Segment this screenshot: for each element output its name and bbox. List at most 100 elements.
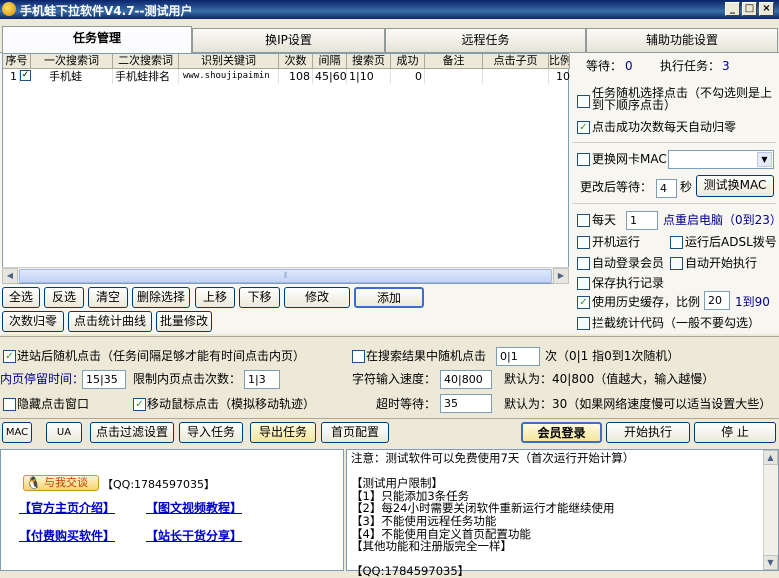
daily-restart-checkbox[interactable] bbox=[577, 214, 590, 227]
minimize-icon[interactable]: _ bbox=[725, 2, 740, 16]
history-ratio-input[interactable]: 20 bbox=[704, 291, 730, 310]
horizontal-scrollbar[interactable]: ◀ ⦀ ▶ bbox=[2, 267, 569, 284]
edit-button[interactable]: 修改 bbox=[284, 287, 350, 308]
auto-login-checkbox[interactable] bbox=[577, 257, 590, 270]
col-header[interactable]: 间隔 bbox=[313, 54, 347, 69]
member-login-button[interactable]: 会员登录 bbox=[521, 422, 602, 443]
export-tasks-button[interactable]: 导出任务 bbox=[250, 422, 316, 443]
scroll-up-icon[interactable]: ▲ bbox=[763, 450, 778, 465]
mac-button[interactable]: MAC bbox=[2, 422, 32, 443]
col-header[interactable]: 点击子页 bbox=[483, 54, 549, 69]
start-button[interactable]: 开始执行 bbox=[606, 422, 690, 443]
video-tutorial-link[interactable]: 【图文视频教程】 bbox=[146, 499, 242, 516]
random-click-label: 任务随机选择点击（不勾选则是上到下顺序点击） bbox=[592, 86, 773, 112]
buy-link[interactable]: 【付费购买软件】 bbox=[19, 527, 115, 544]
change-wait-input[interactable]: 4 bbox=[656, 179, 677, 198]
links-panel: 🐧 与我交谈 【QQ:1784597035】 【官方主页介绍】 【图文视频教程】… bbox=[0, 449, 344, 571]
history-cache-checkbox[interactable]: ✓ bbox=[577, 296, 590, 309]
auto-reset-label: 点击成功次数每天自动归零 bbox=[592, 120, 737, 134]
share-link[interactable]: 【站长干货分享】 bbox=[146, 527, 242, 544]
window-title: 手机蛙下拉软件V4.7--测试用户 bbox=[20, 4, 193, 18]
maximize-icon[interactable]: □ bbox=[742, 2, 757, 16]
daily-suffix: 点重启电脑（0到23） bbox=[663, 213, 779, 227]
ua-button[interactable]: UA bbox=[46, 422, 82, 443]
qq-chat-label: 与我交谈 bbox=[44, 476, 88, 489]
official-link[interactable]: 【官方主页介绍】 bbox=[19, 499, 115, 516]
running-label: 执行任务： bbox=[660, 59, 721, 73]
scroll-down-icon[interactable]: ▼ bbox=[763, 555, 778, 570]
tab-ip-settings[interactable]: 换IP设置 bbox=[192, 28, 385, 52]
running-value: 3 bbox=[722, 59, 730, 73]
batch-edit-button[interactable]: 批量修改 bbox=[156, 311, 212, 332]
inner-stay-input[interactable]: 15|35 bbox=[82, 370, 126, 389]
hide-window-checkbox[interactable] bbox=[3, 398, 16, 411]
scroll-left-icon[interactable]: ◀ bbox=[2, 268, 18, 284]
notes-panel[interactable]: 注意：测试软件可以免费使用7天（首次运行开始计算） 【测试用户限制】 【1】只能… bbox=[346, 449, 779, 578]
add-button[interactable]: 添加 bbox=[354, 287, 424, 308]
cell-interval: 45|60 bbox=[315, 69, 347, 84]
col-header[interactable]: 次数 bbox=[279, 54, 313, 69]
adsl-checkbox[interactable] bbox=[670, 236, 683, 249]
click-filter-button[interactable]: 点击过滤设置 bbox=[90, 422, 174, 443]
timeout-hint: 默认为：30（如果网络速度慢可以适当设置大些） bbox=[504, 397, 772, 411]
click-curve-button[interactable]: 点击统计曲线 bbox=[68, 311, 152, 332]
save-record-checkbox[interactable] bbox=[577, 277, 590, 290]
col-header[interactable]: 识别关键词 bbox=[179, 54, 279, 69]
in-results-checkbox[interactable] bbox=[352, 350, 365, 363]
tab-task-management[interactable]: 任务管理 bbox=[2, 26, 192, 53]
boot-run-checkbox[interactable] bbox=[577, 236, 590, 249]
stop-button[interactable]: 停 止 bbox=[694, 422, 776, 443]
task-table[interactable]: 序号 一次搜索词 二次搜索词 识别关键词 次数 间隔 搜索页 成功 备注 点击子… bbox=[2, 53, 570, 284]
scroll-right-icon[interactable]: ▶ bbox=[553, 268, 569, 284]
enter-random-label: 进站后随机点击（任务间隔足够才能有时间点击内页） bbox=[17, 349, 306, 363]
auto-reset-checkbox[interactable]: ✓ bbox=[577, 121, 590, 134]
import-tasks-button[interactable]: 导入任务 bbox=[179, 422, 243, 443]
select-all-button[interactable]: 全选 bbox=[2, 287, 40, 308]
vertical-scrollbar[interactable]: ▲ ▼ bbox=[763, 450, 778, 570]
move-down-button[interactable]: 下移 bbox=[239, 287, 280, 308]
col-header[interactable]: 比例 bbox=[549, 54, 570, 69]
reset-count-button[interactable]: 次数归零 bbox=[2, 311, 64, 332]
col-header[interactable]: 序号 bbox=[3, 54, 31, 69]
block-stats-checkbox[interactable] bbox=[577, 317, 590, 330]
change-mac-checkbox[interactable] bbox=[577, 153, 590, 166]
cell-subpage bbox=[483, 69, 549, 84]
col-header[interactable]: 搜索页 bbox=[347, 54, 391, 69]
move-mouse-checkbox[interactable]: ✓ bbox=[133, 398, 146, 411]
app-frog-icon bbox=[2, 2, 16, 16]
invert-selection-button[interactable]: 反选 bbox=[44, 287, 84, 308]
qq-chat-button[interactable]: 🐧 与我交谈 bbox=[23, 475, 99, 491]
typing-speed-input[interactable]: 40|800 bbox=[440, 370, 492, 389]
change-wait-unit: 秒 bbox=[680, 180, 693, 194]
scroll-thumb[interactable]: ⦀ bbox=[19, 269, 552, 283]
close-icon[interactable]: × bbox=[759, 2, 774, 16]
row-checkbox[interactable]: ✓ bbox=[20, 70, 31, 81]
divider bbox=[572, 142, 776, 143]
random-click-checkbox[interactable] bbox=[577, 95, 590, 108]
home-config-button[interactable]: 首页配置 bbox=[321, 422, 389, 443]
waiting-label: 等待： bbox=[586, 59, 623, 73]
tab-remote-tasks[interactable]: 远程任务 bbox=[385, 28, 586, 52]
delete-selected-button[interactable]: 删除选择 bbox=[132, 287, 190, 308]
col-header[interactable]: 二次搜索词 bbox=[113, 54, 179, 69]
divider bbox=[0, 418, 779, 419]
clear-button[interactable]: 清空 bbox=[88, 287, 128, 308]
col-header[interactable]: 成功 bbox=[391, 54, 425, 69]
typing-speed-label: 字符输入速度： bbox=[352, 372, 437, 386]
test-mac-button[interactable]: 测试换MAC bbox=[696, 175, 774, 197]
qq-number: 【QQ:1784597035】 bbox=[102, 478, 216, 491]
col-header[interactable]: 备注 bbox=[425, 54, 483, 69]
auto-start-checkbox[interactable] bbox=[670, 257, 683, 270]
mac-select[interactable]: ▼ bbox=[668, 150, 774, 169]
daily-hour-input[interactable]: 1 bbox=[626, 211, 658, 230]
enter-random-checkbox[interactable]: ✓ bbox=[3, 350, 16, 363]
col-header[interactable]: 一次搜索词 bbox=[31, 54, 113, 69]
auto-login-label: 自动登录会员 bbox=[592, 256, 665, 270]
timeout-input[interactable]: 35 bbox=[440, 394, 492, 413]
inner-limit-input[interactable]: 1|3 bbox=[244, 370, 280, 389]
tab-aux-settings[interactable]: 辅助功能设置 bbox=[586, 28, 778, 52]
save-record-label: 保存执行记录 bbox=[592, 276, 665, 290]
chevron-down-icon[interactable]: ▼ bbox=[757, 152, 772, 167]
in-results-input[interactable]: 0|1 bbox=[496, 347, 540, 366]
move-up-button[interactable]: 上移 bbox=[195, 287, 235, 308]
